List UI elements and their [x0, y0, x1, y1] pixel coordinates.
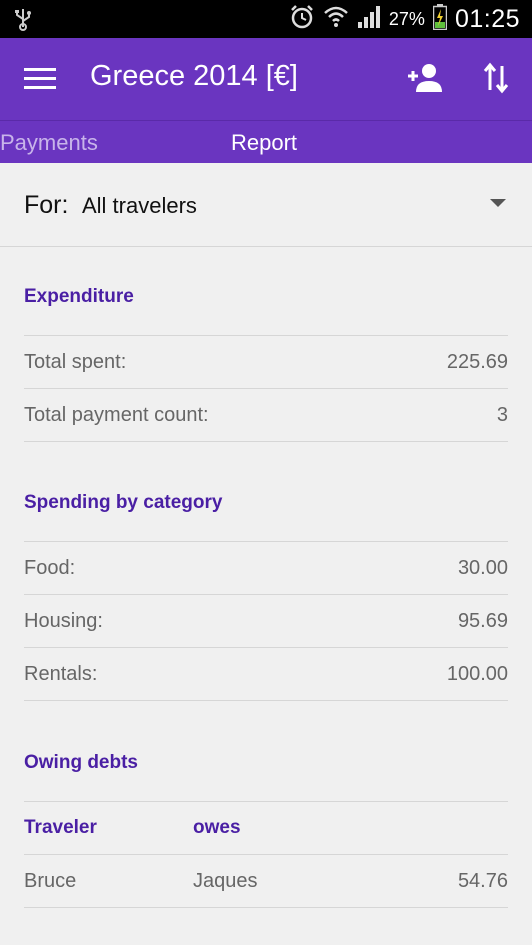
dropdown-arrow-icon: [490, 199, 506, 207]
clock: 01:25: [454, 4, 520, 33]
divider: [24, 335, 508, 336]
traveler-select-value: All travelers: [82, 193, 197, 218]
expenditure-title: Expenditure: [24, 286, 134, 307]
rentals-value: 100.00: [446, 663, 508, 685]
wifi-icon: [323, 5, 349, 34]
owes-column-header: owes: [193, 817, 241, 838]
alarm-icon: [289, 4, 315, 35]
total-spent-value: 225.69: [446, 351, 508, 373]
housing-value: 95.69: [457, 610, 508, 632]
page-title: Greece 2014 [€]: [90, 60, 298, 92]
battery-charging-icon: [432, 3, 448, 35]
menu-icon[interactable]: [24, 68, 56, 90]
signal-icon: [357, 5, 381, 33]
battery-percent: 27%: [388, 8, 425, 29]
divider: [24, 801, 508, 802]
debt-creditor: Jaques: [193, 870, 258, 892]
debt-traveler: Bruce: [24, 870, 77, 892]
divider: [24, 700, 508, 701]
traveler-select[interactable]: All travelers: [82, 183, 512, 229]
status-bar: 27% 01:25: [0, 0, 532, 38]
food-value: 30.00: [457, 557, 508, 579]
divider: [24, 854, 508, 855]
tab-report[interactable]: Report: [231, 130, 297, 156]
debt-amount: 54.76: [457, 870, 508, 892]
tab-payments[interactable]: Payments: [0, 130, 98, 156]
divider: [24, 441, 508, 442]
divider: [24, 907, 508, 908]
payment-count-value: 3: [496, 404, 508, 426]
rentals-label: Rentals:: [24, 663, 98, 685]
tab-bar: Payments Report: [0, 120, 532, 163]
filter-label: For:: [24, 191, 69, 219]
traveler-filter-row: For: All travelers: [0, 163, 532, 247]
app-bar: Greece 2014 [€]: [0, 38, 532, 120]
traveler-column-header: Traveler: [24, 817, 97, 838]
debts-title: Owing debts: [24, 752, 138, 773]
divider: [24, 594, 508, 595]
spending-title: Spending by category: [24, 492, 223, 513]
food-label: Food:: [24, 557, 76, 579]
sort-icon[interactable]: [483, 62, 509, 99]
total-spent-label: Total spent:: [24, 351, 127, 373]
payment-count-label: Total payment count:: [24, 404, 209, 426]
divider: [24, 647, 508, 648]
divider: [24, 541, 508, 542]
housing-label: Housing:: [24, 610, 103, 632]
add-person-icon[interactable]: [407, 62, 443, 99]
divider: [24, 388, 508, 389]
usb-icon: [14, 7, 32, 36]
